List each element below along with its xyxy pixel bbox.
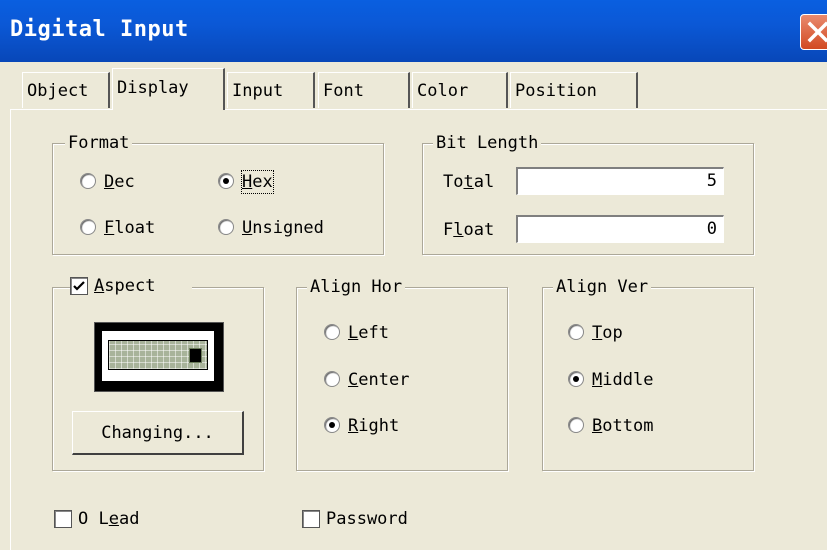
format-legend: Format <box>65 132 133 154</box>
align-right-label: Right <box>348 416 400 436</box>
tab-input-label: Input <box>232 81 284 101</box>
close-icon[interactable] <box>800 14 827 50</box>
tab-color-label: Color <box>417 81 469 101</box>
password-checkbox[interactable]: Password <box>302 508 442 530</box>
o-lead-checkbox[interactable]: O Lead <box>54 508 174 530</box>
format-group: Format <box>52 132 384 255</box>
tab-input[interactable]: Input <box>227 72 315 108</box>
changing-button-label: Changing... <box>101 423 214 443</box>
tab-font[interactable]: Font <box>318 72 410 108</box>
radio-indicator <box>218 173 234 189</box>
tab-position-label: Position <box>515 81 597 101</box>
bit-length-legend: Bit Length <box>433 132 542 154</box>
aspect-preview-digit <box>189 348 202 363</box>
password-label: Password <box>326 509 408 529</box>
aspect-label: Aspect <box>94 276 156 296</box>
align-left-label: Left <box>348 323 389 343</box>
tab-font-label: Font <box>323 81 364 101</box>
tab-position[interactable]: Position <box>510 72 638 108</box>
o-lead-label: O Lead <box>78 509 140 529</box>
aspect-check-box <box>70 277 88 295</box>
radio-indicator <box>568 371 584 387</box>
tab-display-label: Display <box>117 78 189 98</box>
radio-indicator <box>324 417 340 433</box>
align-top-label: Top <box>592 323 623 343</box>
tab-object-label: Object <box>27 81 89 101</box>
radio-indicator <box>568 324 584 340</box>
aspect-checkbox[interactable]: Aspect <box>70 275 192 297</box>
tab-display[interactable]: Display <box>112 68 225 110</box>
align-bottom-label: Bottom <box>592 416 654 436</box>
o-lead-check-box <box>54 510 72 528</box>
radio-indicator <box>324 324 340 340</box>
window-title: Digital Input <box>10 17 189 42</box>
radio-indicator <box>568 417 584 433</box>
format-hex-label: Hex <box>241 170 274 194</box>
aspect-preview-frame <box>102 331 214 381</box>
password-check-box <box>302 510 320 528</box>
format-float-label: Float <box>104 218 156 238</box>
radio-indicator <box>80 173 96 189</box>
float-bit-length-input[interactable]: 0 <box>516 215 724 243</box>
align-hor-legend: Align Hor <box>307 276 406 298</box>
float-label: Float <box>443 220 495 240</box>
radio-indicator <box>324 371 340 387</box>
changing-button[interactable]: Changing... <box>72 411 244 455</box>
radio-indicator <box>80 219 96 235</box>
format-dec-label: Dec <box>104 172 135 192</box>
align-middle-label: Middle <box>592 370 654 390</box>
aspect-preview <box>94 322 224 392</box>
checkmark-icon <box>73 281 85 291</box>
align-center-label: Center <box>348 370 410 390</box>
aspect-preview-display <box>108 340 208 370</box>
align-ver-legend: Align Ver <box>553 276 652 298</box>
format-unsigned-label: Unsigned <box>242 218 324 238</box>
total-label: Total <box>443 172 495 192</box>
tab-object[interactable]: Object <box>22 72 110 108</box>
radio-indicator <box>218 219 234 235</box>
total-bit-length-input[interactable]: 5 <box>516 167 724 195</box>
title-bar: Digital Input <box>0 0 827 62</box>
tab-color[interactable]: Color <box>412 72 508 108</box>
